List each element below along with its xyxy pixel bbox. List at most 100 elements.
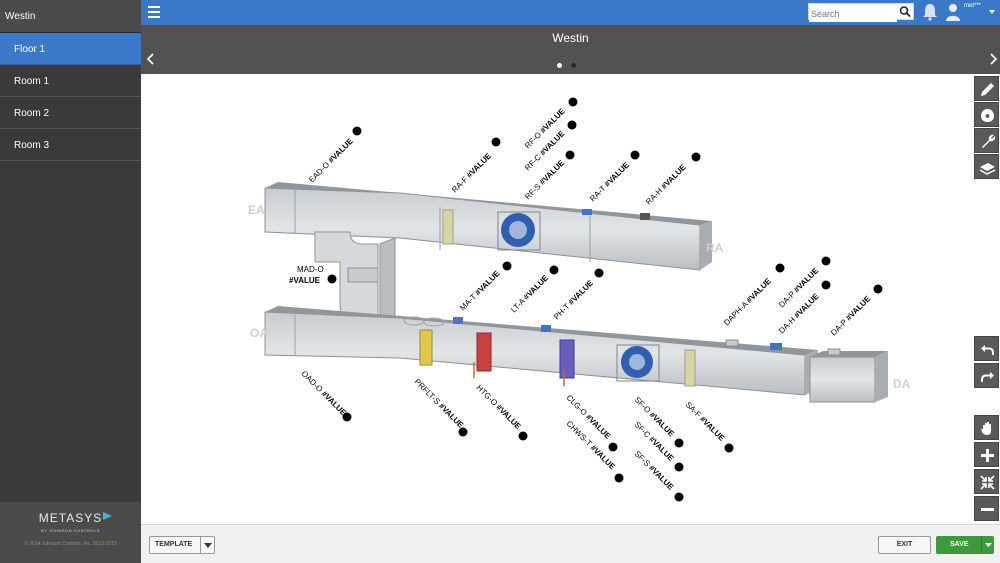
point-ead-o[interactable]: EAD-O #VALUE	[307, 126, 362, 185]
shape-button[interactable]	[974, 102, 999, 127]
point-dot[interactable]	[565, 150, 575, 160]
point-prflt-s[interactable]: PRFLT-S #VALUE	[413, 377, 468, 437]
point-mad-o[interactable]: MAD-O #VALUE	[289, 265, 337, 285]
point-label: RF-C	[523, 152, 543, 172]
sidebar-item-room-1[interactable]: Room 1	[0, 65, 141, 97]
point-dot[interactable]	[458, 427, 468, 437]
point-lt-a[interactable]: LT-A #VALUE	[509, 265, 559, 315]
point-daph-a[interactable]: DAPH-A #VALUE	[722, 263, 785, 328]
point-ra-h[interactable]: RA-H #VALUE	[644, 152, 701, 207]
point-dot[interactable]	[342, 412, 352, 422]
point-label: RF-O	[523, 130, 543, 150]
edit-pencil-button[interactable]	[974, 76, 999, 101]
prev-page-arrow-icon[interactable]	[146, 53, 156, 65]
point-dot[interactable]	[724, 443, 734, 453]
point-dot[interactable]	[775, 263, 785, 273]
point-label: RF-S	[523, 182, 543, 202]
ahu-diagram: EA RA OA DA EAD-O #VALUE RA-F #VALUE RF-…	[248, 97, 911, 502]
bottom-bar: TEMPLATE EXIT SAVE	[141, 524, 1000, 563]
point-value: #VALUE	[567, 278, 596, 307]
zoom-out-button[interactable]	[974, 496, 999, 521]
point-dot[interactable]	[674, 462, 684, 472]
svg-text:PRFLT-S #VALUE: PRFLT-S #VALUE	[413, 377, 466, 430]
svg-text:CLG-O #VALUE: CLG-O #VALUE	[565, 393, 613, 441]
point-dot[interactable]	[821, 256, 831, 266]
point-ra-f[interactable]: RA-F #VALUE	[450, 137, 501, 195]
point-dot[interactable]	[518, 431, 528, 441]
svg-text:DA-P #VALUE: DA-P #VALUE	[829, 294, 873, 338]
svg-text:RA-F #VALUE: RA-F #VALUE	[450, 151, 494, 195]
point-dot[interactable]	[352, 126, 362, 136]
zoom-in-button[interactable]	[974, 442, 999, 467]
point-dot[interactable]	[327, 274, 337, 284]
redo-button[interactable]	[974, 363, 999, 388]
point-value: #VALUE	[465, 151, 494, 180]
point-dot[interactable]	[674, 438, 684, 448]
hamburger-menu-icon[interactable]	[148, 6, 160, 18]
point-dot[interactable]	[608, 442, 618, 452]
point-label: MAD-O	[297, 265, 324, 274]
pager-dot-2[interactable]	[571, 63, 576, 68]
user-icon[interactable]	[946, 3, 960, 21]
hand-icon	[981, 422, 991, 435]
svg-text:RA-H #VALUE: RA-H #VALUE	[644, 162, 688, 206]
point-dot[interactable]	[549, 265, 559, 275]
point-value: #VALUE	[473, 268, 502, 297]
user-menu-caret-icon[interactable]	[989, 10, 995, 14]
point-dot[interactable]	[821, 280, 831, 290]
bell-icon[interactable]	[921, 2, 939, 21]
point-dot[interactable]	[502, 261, 512, 271]
discharge-duct	[809, 348, 888, 403]
point-ra-t[interactable]: RA-T #VALUE	[588, 150, 640, 204]
point-dot[interactable]	[674, 492, 684, 502]
svg-text:EAD-O #VALUE: EAD-O #VALUE	[307, 136, 355, 184]
fit-to-screen-button[interactable]	[974, 469, 999, 494]
exit-button[interactable]: EXIT	[878, 536, 931, 554]
svg-text:LT-A #VALUE: LT-A #VALUE	[509, 273, 551, 315]
sidebar-item-floor-1[interactable]: Floor 1	[0, 33, 141, 65]
redo-icon	[981, 372, 994, 382]
sidebar-item-room-2[interactable]: Room 2	[0, 97, 141, 129]
point-ma-t[interactable]: MA-T #VALUE	[458, 261, 512, 313]
point-oad-o[interactable]: OAD-O #VALUE	[300, 369, 352, 422]
point-dot[interactable]	[491, 137, 501, 147]
point-ph-t[interactable]: PH-T #VALUE	[552, 268, 604, 322]
point-value: #VALUE	[647, 464, 676, 493]
save-dropdown[interactable]	[981, 536, 994, 554]
zoom-in-icon	[981, 449, 994, 462]
point-dot[interactable]	[873, 284, 883, 294]
pan-button[interactable]	[974, 415, 999, 440]
point-label: SF-O	[633, 395, 653, 415]
save-button[interactable]: SAVE	[936, 536, 994, 554]
point-dot[interactable]	[567, 120, 577, 130]
search-icon[interactable]	[898, 5, 912, 18]
sidebar-item-room-3[interactable]: Room 3	[0, 129, 141, 161]
chevron-down-icon	[985, 543, 992, 547]
tools-button[interactable]	[974, 128, 999, 153]
point-htg-o[interactable]: HTG-O #VALUE	[475, 383, 528, 441]
point-label: SA-F	[684, 400, 703, 419]
point-dot[interactable]	[568, 97, 578, 107]
point-dot[interactable]	[691, 152, 701, 162]
username-label[interactable]: met***	[964, 3, 981, 9]
point-sa-f[interactable]: SA-F #VALUE	[684, 400, 734, 453]
svg-text:RA-T #VALUE: RA-T #VALUE	[588, 160, 631, 203]
search-input[interactable]	[809, 6, 897, 22]
point-dot[interactable]	[594, 268, 604, 278]
point-dot[interactable]	[614, 473, 624, 483]
template-button[interactable]: TEMPLATE	[149, 536, 215, 554]
pager-dot-1[interactable]	[557, 63, 562, 68]
point-label: RA-F	[450, 175, 470, 195]
next-page-arrow-icon[interactable]	[988, 53, 998, 65]
save-label: SAVE	[950, 541, 969, 548]
logo-subtitle: BY JOHNSON CONTROLS	[41, 528, 100, 533]
undo-button[interactable]	[974, 336, 999, 361]
zone-da-label: DA	[893, 377, 911, 391]
template-dropdown[interactable]	[200, 537, 214, 553]
layers-button[interactable]	[974, 154, 999, 179]
point-value: #VALUE	[437, 401, 466, 430]
point-sf-s[interactable]: SF-S #VALUE	[633, 449, 684, 502]
point-dot[interactable]	[630, 150, 640, 160]
point-da-p-2[interactable]: DA-P #VALUE	[829, 284, 883, 338]
sidebar-title: Westin	[0, 0, 141, 33]
